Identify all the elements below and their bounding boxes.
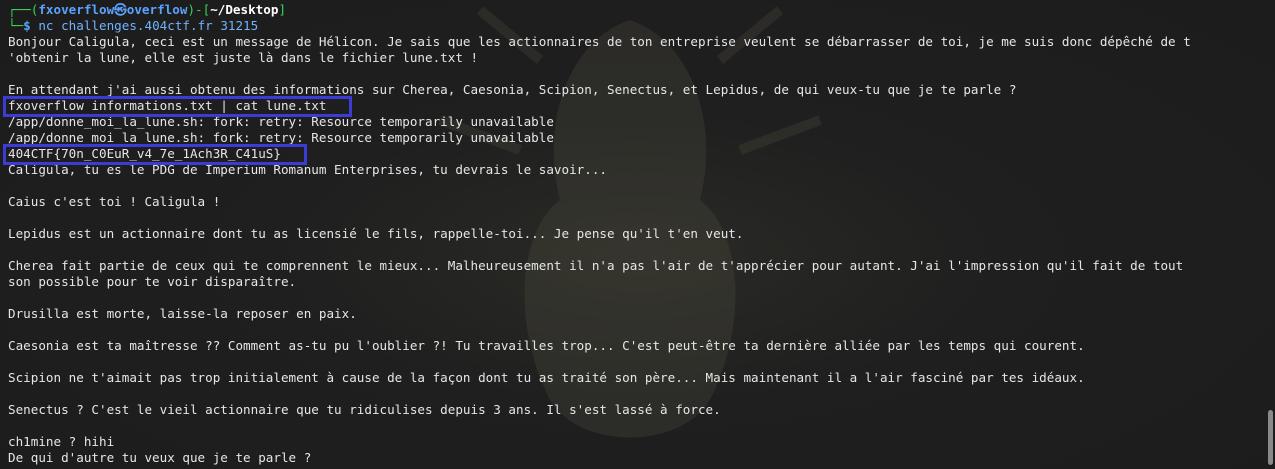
- output-line: Scipion ne t'aimait pas trop initialemen…: [8, 370, 1085, 385]
- output-line: son possible pour te voir disparaître.: [8, 274, 297, 289]
- prompt-path: ~/Desktop: [210, 2, 279, 17]
- prompt-end: ]: [278, 2, 287, 17]
- prompt-header: ┌──(fxoverflow㉿overflow)-[~/Desktop]: [8, 2, 286, 18]
- command-text: nc challenges.404ctf.fr 31215: [38, 18, 259, 33]
- output-line: Senectus ? C'est le vieil actionnaire qu…: [8, 402, 721, 417]
- output-line: Caesonia est ta maîtresse ?? Comment as-…: [8, 338, 1085, 353]
- output-line: Bonjour Caligula, ceci est un message de…: [8, 34, 1191, 49]
- scrollbar-thumb[interactable]: [1268, 410, 1273, 465]
- output-line: 'obtenir la lune, elle est juste là dans…: [8, 50, 479, 65]
- terminal-window[interactable]: ┌──(fxoverflow㉿overflow)-[~/Desktop] └─$…: [0, 0, 1275, 469]
- prompt-at-symbol: ㉿: [114, 2, 127, 17]
- highlight-box-flag: [3, 144, 307, 165]
- prompt-separator: )-[: [187, 2, 211, 17]
- prompt-user: fxoverflow: [38, 2, 115, 17]
- prompt-command-line: └─$ nc challenges.404ctf.fr 31215: [8, 18, 258, 34]
- output-line: Cherea fait partie de ceux qui te compre…: [8, 258, 1184, 273]
- highlight-box-command: [3, 96, 352, 117]
- prompt-corner-top: ┌──(: [8, 2, 39, 17]
- prompt-corner-bottom: └─: [8, 18, 24, 33]
- prompt-dollar: $: [23, 18, 39, 33]
- prompt-host: overflow: [126, 2, 188, 17]
- output-line: Lepidus est un actionnaire dont tu as li…: [8, 226, 744, 241]
- output-line: ch1mine ? hihi: [8, 434, 115, 449]
- output-line: De qui d'autre tu veux que je te parle ?: [8, 450, 312, 465]
- output-line: Drusilla est morte, laisse-la reposer en…: [8, 306, 357, 321]
- output-line: Caius c'est toi ! Caligula !: [8, 194, 221, 209]
